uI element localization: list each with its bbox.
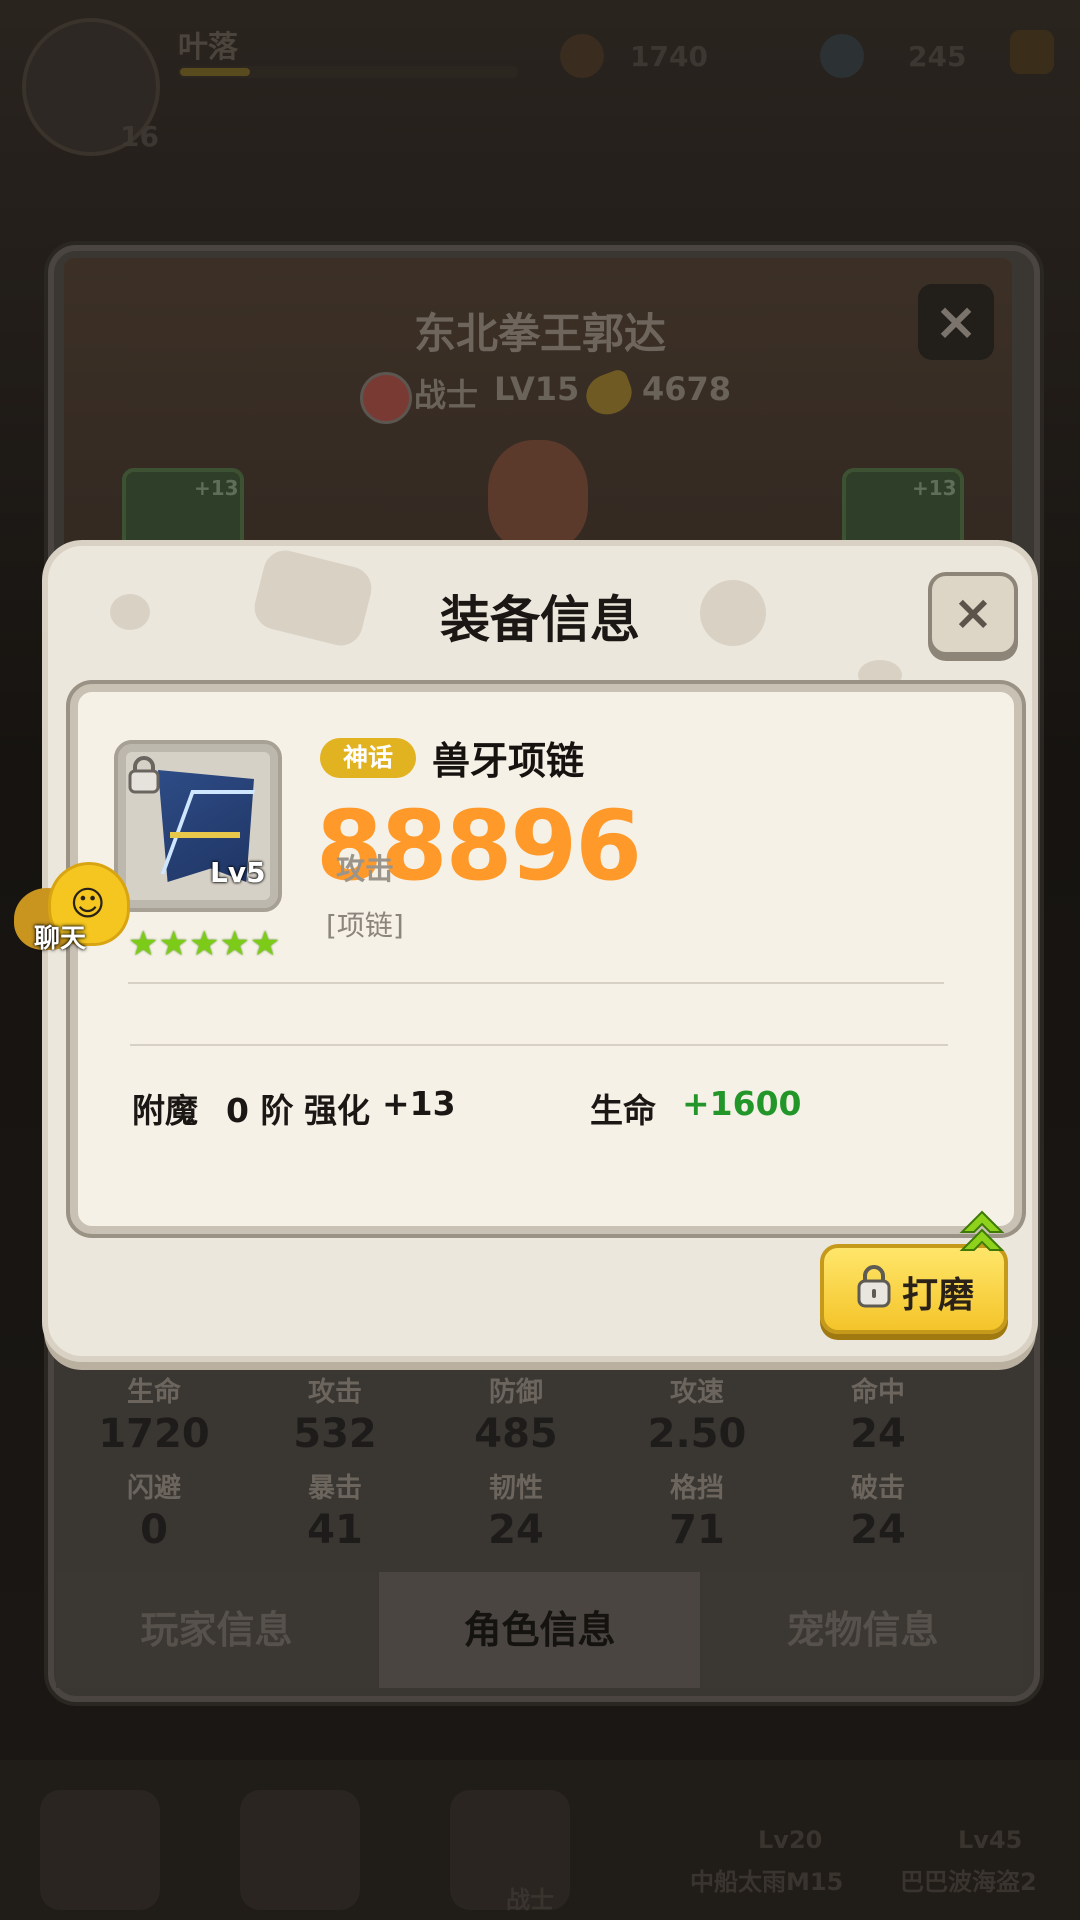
character-level: LV15: [494, 370, 580, 408]
tab-player-info[interactable]: 玩家信息: [56, 1572, 377, 1688]
stat-crit: 暴击 41: [307, 1473, 363, 1553]
level-badge: 16: [120, 120, 159, 153]
gold-icon: [560, 34, 604, 78]
stat-hp: 生命 1720: [98, 1377, 210, 1457]
grind-button-label: 打磨: [902, 1275, 975, 1316]
stat-toughness: 韧性 24: [488, 1473, 544, 1553]
upgrade-arrow-icon: [959, 1210, 1005, 1251]
player-name: 叶落: [178, 30, 238, 65]
gem-count: 245: [908, 40, 967, 73]
warrior-class-icon: [360, 372, 412, 424]
tab-pet-info[interactable]: 宠物信息: [702, 1572, 1023, 1688]
stat-attack-speed: 攻速 2.50: [647, 1377, 747, 1457]
top-hud: 叶落 16 1740 245: [0, 0, 1080, 170]
stat-dodge: 闪避 0: [127, 1473, 181, 1553]
dialog-title: 装备信息: [440, 591, 640, 649]
gold-count: 1740: [630, 40, 708, 73]
nav-item-a-level: Lv20: [758, 1826, 823, 1854]
stat-block: 格挡 71: [669, 1473, 725, 1553]
nav-item-b-name[interactable]: 巴巴波海盗2: [900, 1862, 1037, 1897]
gem-icon: [820, 34, 864, 78]
hero-portrait: [488, 440, 588, 550]
exp-bar-fill: [180, 68, 250, 76]
rarity-badge: 神话: [320, 738, 416, 778]
character-close-button[interactable]: ×: [918, 284, 994, 360]
info-tabs: 玩家信息 角色信息 宠物信息: [56, 1572, 1023, 1688]
nav-slot-1[interactable]: [40, 1790, 160, 1910]
tab-character-info[interactable]: 角色信息: [379, 1572, 700, 1688]
enhance-label: 强化: [304, 1091, 370, 1130]
bonus-stat-value: +1600: [682, 1084, 802, 1123]
divider: [128, 982, 944, 984]
item-power-label: 攻击: [336, 852, 395, 886]
enchant-label: 附魔: [132, 1091, 198, 1130]
enchant-value: 0 阶: [226, 1091, 294, 1130]
nav-hero-caption: 战士: [506, 1886, 554, 1914]
equip-slot-right-plus: +13: [912, 476, 957, 500]
chat-label[interactable]: 聊天: [34, 918, 86, 955]
lock-icon: [857, 1265, 891, 1308]
stat-hit: 命中 24: [850, 1377, 906, 1457]
item-type: [项链]: [326, 909, 404, 942]
nav-item-b-level: Lv45: [958, 1826, 1023, 1854]
nav-slot-2[interactable]: [240, 1790, 360, 1910]
nav-item-a-name[interactable]: 中船太雨M15: [690, 1862, 843, 1897]
item-level: Lv5: [210, 856, 266, 889]
divider: [130, 1044, 948, 1046]
stat-defense: 防御 485: [474, 1377, 558, 1457]
add-currency-icon[interactable]: [1010, 30, 1054, 74]
dialog-close-button[interactable]: ×: [928, 572, 1018, 656]
stat-attack: 攻击 532: [293, 1377, 377, 1457]
item-stars: ★★★★★: [128, 924, 281, 964]
enhance-value: +13: [382, 1084, 456, 1123]
character-power: 4678: [642, 370, 732, 408]
item-name: 兽牙项链: [432, 739, 585, 783]
item-band: [170, 832, 240, 838]
character-class: 战士: [414, 376, 479, 414]
equip-slot-left-plus: +13: [194, 476, 239, 500]
stat-pierce: 破击 24: [850, 1473, 906, 1553]
lock-icon: [128, 756, 160, 794]
bonus-stat-label: 生命: [590, 1091, 656, 1130]
